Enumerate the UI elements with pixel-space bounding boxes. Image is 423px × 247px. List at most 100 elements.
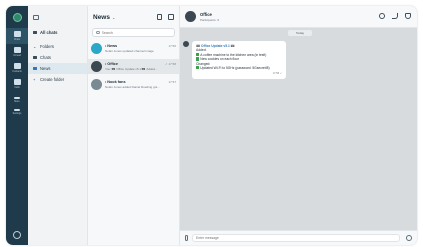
chat-item-nook-fans[interactable]: • Nook fans 17:57 Nolan Jones added Dani… xyxy=(88,77,179,92)
chat-item-row: • Office ✓ 17:58 xyxy=(105,62,176,66)
chat-time: 17:56 xyxy=(168,43,176,48)
avatar[interactable] xyxy=(183,41,189,47)
conversation-title: Office xyxy=(200,11,212,17)
sidebar-toggle-icon[interactable] xyxy=(33,14,39,20)
chat-item-body: • Office ✓ 17:58 You: 📼 Office Update v5… xyxy=(105,62,176,72)
search-input[interactable] xyxy=(101,30,172,35)
rail-label: More xyxy=(14,100,20,103)
folder-label: Create folder xyxy=(40,77,65,82)
more-icon xyxy=(14,97,20,99)
avatar xyxy=(91,61,102,72)
channel-icon: • xyxy=(105,43,107,48)
message-line-checked: Updated Wi-Fi to 5GHz (password: 5Gsecre… xyxy=(196,66,282,70)
chat-item-body: • News 17:56 Nolan Jones updated channel… xyxy=(105,44,176,54)
chat-list-header: News ⌄ xyxy=(88,6,179,28)
chevron-down-icon: ⌄ xyxy=(33,44,37,49)
members-icon[interactable] xyxy=(405,13,411,19)
date-separator: Today xyxy=(288,30,313,36)
app-window: Chats Unread Contacts Calls More Setting… xyxy=(6,6,417,245)
chevron-down-icon[interactable]: ⌄ xyxy=(112,15,115,20)
rail-item-calls[interactable]: Calls xyxy=(6,76,28,92)
attach-icon[interactable] xyxy=(185,235,188,241)
rail-label: Settings xyxy=(12,112,22,115)
header-actions xyxy=(157,14,174,20)
chat-name: News xyxy=(107,43,118,48)
folder-icon xyxy=(33,55,37,60)
folder-label: News xyxy=(40,66,51,71)
checkbox-icon xyxy=(196,57,200,61)
conversation-title-block[interactable]: Office Participants: 9 xyxy=(200,12,219,22)
rail-item-contacts[interactable]: Contacts xyxy=(6,60,28,76)
group-icon: • xyxy=(105,79,107,84)
folder-label: Chats xyxy=(40,55,51,60)
avatar[interactable] xyxy=(185,11,196,22)
message-input[interactable] xyxy=(196,236,399,240)
conversation-pane: Office Participants: 9 Today 📼 Office Up… xyxy=(180,6,417,245)
conversation-actions xyxy=(379,13,411,19)
window-frame: Chats Unread Contacts Calls More Setting… xyxy=(0,0,423,247)
folder-chats[interactable]: Chats xyxy=(28,52,87,63)
rail-header xyxy=(6,6,28,28)
rail-item-unread[interactable]: Unread xyxy=(6,44,28,60)
bookmark-icon[interactable] xyxy=(157,14,162,20)
checkbox-icon xyxy=(196,52,200,57)
nav-rail: Chats Unread Contacts Calls More Setting… xyxy=(6,6,28,245)
chat-bubble-icon xyxy=(13,31,21,37)
search-icon xyxy=(96,30,100,35)
rail-label: Contacts xyxy=(12,70,22,73)
folder-news[interactable]: News xyxy=(28,63,87,74)
chat-item-news[interactable]: • News 17:56 Nolan Jones updated channel… xyxy=(88,41,179,56)
rail-item-chats[interactable]: Chats xyxy=(6,28,28,44)
chat-item-row: • News 17:56 xyxy=(105,44,176,48)
rail-item-settings[interactable]: Settings xyxy=(6,104,28,120)
chat-list-title[interactable]: News xyxy=(93,14,110,21)
chat-preview: Nolan Jones added Daniel Roeding got... xyxy=(105,85,160,90)
chat-time-wrap: ✓ 17:58 xyxy=(165,62,176,66)
chat-list-panel: News ⌄ • News 17:56 Nolan Jones updated … xyxy=(88,6,180,245)
chat-item-body: • Nook fans 17:57 Nolan Jones added Dani… xyxy=(105,80,176,90)
message-bubble[interactable]: 📼 Office Update v5.1 📼 Added: A coffee m… xyxy=(192,41,286,79)
message-field[interactable] xyxy=(192,234,400,242)
chat-preview: You: 📼 Office Update v5.1 📼 Added... xyxy=(105,67,158,72)
chat-item-row: • Nook fans 17:57 xyxy=(105,80,176,84)
checkbox-icon xyxy=(196,66,200,70)
message-line: Updated Wi-Fi to 5GHz (password: 5Gsecre… xyxy=(200,66,270,71)
phone-icon[interactable] xyxy=(392,13,398,19)
folder-folders[interactable]: ⌄ Folders xyxy=(28,41,87,52)
chat-name: Nook fans xyxy=(107,79,126,84)
rail-label: Chats xyxy=(13,38,21,41)
message-line: New cookies on each floor xyxy=(200,57,239,62)
rail-label: Unread xyxy=(13,54,21,57)
compose-icon[interactable] xyxy=(168,14,174,20)
avatar xyxy=(91,43,102,54)
folders-panel: All chats ⌄ Folders Chats News + Create … xyxy=(28,6,88,245)
folder-all-chats[interactable]: All chats xyxy=(28,27,87,38)
search-box[interactable] xyxy=(92,28,175,37)
chat-time: 17:57 xyxy=(168,79,176,84)
chat-item-office[interactable]: • Office ✓ 17:58 You: 📼 Office Update v5… xyxy=(88,59,179,74)
create-folder-button[interactable]: + Create folder xyxy=(28,74,87,85)
chat-preview: Nolan Jones updated channel image xyxy=(105,49,154,54)
chat-name: Office xyxy=(107,61,118,66)
inbox-icon xyxy=(13,47,21,53)
folder-icon xyxy=(33,66,37,71)
settings-icon xyxy=(14,109,20,111)
message-time: 17:58 xyxy=(272,71,280,75)
rail-label: Calls xyxy=(14,86,20,89)
emoji-icon[interactable] xyxy=(406,235,412,241)
folder-label: Folders xyxy=(40,44,54,49)
conversation-header: Office Participants: 9 xyxy=(180,6,417,28)
account-avatar[interactable] xyxy=(12,12,22,22)
conversation-subtitle: Participants: 9 xyxy=(200,17,220,22)
message-composer xyxy=(180,230,417,245)
folder-label: All chats xyxy=(40,30,58,35)
chat-icon xyxy=(33,30,37,35)
phone-icon xyxy=(13,79,21,85)
search-icon[interactable] xyxy=(379,13,385,19)
gear-icon[interactable] xyxy=(13,231,21,239)
group-icon: • xyxy=(105,61,107,66)
read-check-icon: ✓ xyxy=(279,71,282,75)
folders-header xyxy=(28,6,87,28)
message-line: A coffee machine to the kitchen area (in… xyxy=(200,52,267,57)
contacts-icon xyxy=(13,63,21,69)
